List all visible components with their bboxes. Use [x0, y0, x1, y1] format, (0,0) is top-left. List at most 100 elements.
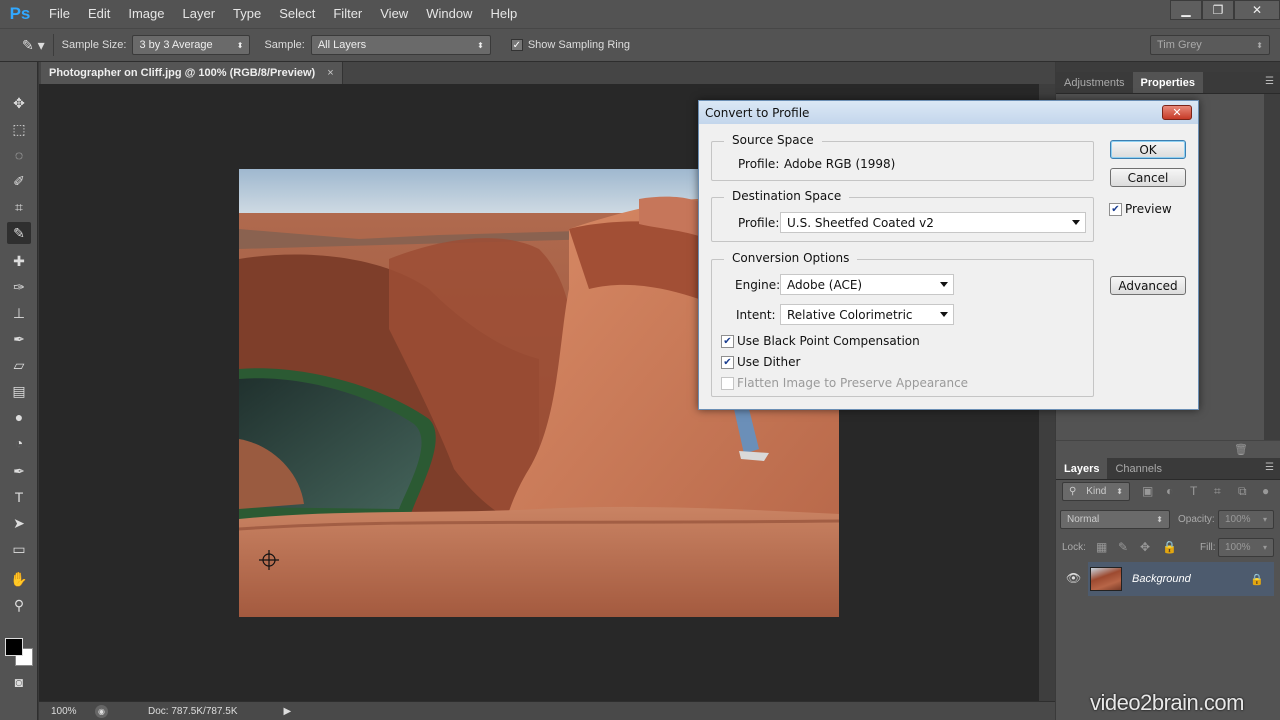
blur-tool-icon[interactable]: ●	[7, 406, 31, 428]
menu-file[interactable]: File	[40, 0, 79, 28]
document-tab[interactable]: Photographer on Cliff.jpg @ 100% (RGB/8/…	[41, 62, 343, 84]
layer-visibility-eye-icon[interactable]: 👁	[1066, 571, 1081, 585]
menu-select[interactable]: Select	[270, 0, 324, 28]
lock-pixels-icon[interactable]: ✎	[1118, 540, 1128, 554]
marquee-tool-icon[interactable]: ⬚	[7, 118, 31, 140]
menu-type[interactable]: Type	[224, 0, 270, 28]
filter-type-icon[interactable]: T	[1190, 484, 1197, 498]
properties-scrollbar[interactable]	[1264, 94, 1280, 454]
filter-kind-select[interactable]: ⚲ Kind ⬍	[1062, 482, 1130, 501]
tab-adjustments[interactable]: Adjustments	[1056, 72, 1133, 93]
minimize-button[interactable]: ▁	[1170, 0, 1202, 20]
close-tab-icon[interactable]: ×	[327, 67, 333, 79]
stepper-icon: ⬍	[477, 40, 484, 50]
status-bar: 100% ◉ Doc: 787.5K/787.5K ▶	[39, 701, 1055, 720]
lock-label: Lock:	[1062, 542, 1086, 553]
zoom-level-field[interactable]: 100%	[39, 706, 91, 717]
dialog-title: Convert to Profile	[705, 105, 810, 120]
flatten-label: Flatten Image to Preserve Appearance	[737, 376, 969, 390]
status-menu-arrow-icon[interactable]: ▶	[284, 706, 292, 717]
status-options-icon[interactable]: ◉	[95, 704, 108, 718]
eyedropper-preset-icon[interactable]: ✎ ▾	[22, 37, 45, 54]
quick-selection-tool-icon[interactable]: ✐	[7, 170, 31, 192]
move-tool-icon[interactable]: ✥	[7, 92, 31, 114]
workspace-value: Tim Grey	[1157, 39, 1202, 51]
dither-checkbox[interactable]: ✔	[721, 355, 734, 369]
black-point-checkbox[interactable]: ✔	[721, 334, 734, 348]
black-point-option[interactable]: ✔ Use Black Point Compensation	[721, 334, 920, 348]
filter-adjustment-icon[interactable]: ◐	[1166, 484, 1173, 498]
tab-properties[interactable]: Properties	[1132, 72, 1203, 93]
menu-window[interactable]: Window	[417, 0, 481, 28]
dodge-tool-icon[interactable]: ◔	[7, 432, 31, 454]
menu-layer[interactable]: Layer	[174, 0, 225, 28]
show-sampling-ring-label: Show Sampling Ring	[527, 39, 630, 51]
restore-button[interactable]: ❐	[1202, 0, 1234, 20]
advanced-button[interactable]: Advanced	[1110, 276, 1186, 295]
intent-value: Relative Colorimetric	[787, 307, 913, 322]
filter-toggle-icon[interactable]: ●	[1262, 484, 1269, 498]
dither-option[interactable]: ✔ Use Dither	[721, 355, 800, 369]
layer-thumbnail	[1090, 567, 1122, 591]
brush-tool-icon[interactable]: ✑	[7, 276, 31, 298]
history-brush-tool-icon[interactable]: ✒	[7, 328, 31, 350]
lasso-tool-icon[interactable]: ◌	[7, 144, 31, 166]
dropdown-arrow-icon	[940, 312, 948, 317]
lock-transparent-icon[interactable]: ▦	[1096, 540, 1107, 554]
watermark-logo: video2brain.com	[1090, 690, 1244, 715]
filter-shape-icon[interactable]: ⌗	[1214, 484, 1221, 499]
opacity-field[interactable]: 100% ▾	[1218, 510, 1274, 529]
eyedropper-tool-icon[interactable]: ✎	[7, 222, 31, 244]
filter-pixel-icon[interactable]: ▣	[1142, 484, 1153, 498]
dialog-close-button[interactable]: ✕	[1162, 105, 1192, 120]
crop-tool-icon[interactable]: ⌗	[7, 196, 31, 218]
gradient-tool-icon[interactable]: ▤	[7, 380, 31, 402]
menu-view[interactable]: View	[371, 0, 417, 28]
layer-row-background[interactable]: Background 🔒	[1088, 562, 1274, 596]
tab-layers[interactable]: Layers	[1056, 458, 1108, 479]
rectangle-tool-icon[interactable]: ▭	[7, 538, 31, 560]
healing-brush-tool-icon[interactable]: ✚	[7, 250, 31, 272]
sample-size-select[interactable]: 3 by 3 Average ⬍	[132, 35, 251, 55]
preview-checkbox[interactable]: ✔	[1109, 202, 1122, 216]
options-bar: ✎ ▾ Sample Size: 3 by 3 Average ⬍ Sample…	[0, 28, 1280, 62]
sample-size-value: 3 by 3 Average	[139, 39, 213, 51]
menu-help[interactable]: Help	[481, 0, 526, 28]
foreground-color-swatch[interactable]	[5, 638, 23, 656]
show-sampling-ring-checkbox[interactable]: ✓	[510, 39, 523, 51]
preview-option[interactable]: ✔ Preview	[1109, 202, 1172, 216]
cancel-button[interactable]: Cancel	[1110, 168, 1186, 187]
sample-select[interactable]: All Layers ⬍	[310, 35, 491, 55]
quick-mask-icon[interactable]: ◙	[7, 671, 31, 693]
hand-tool-icon[interactable]: ✋	[7, 568, 31, 590]
ok-button[interactable]: OK	[1110, 140, 1186, 159]
destination-profile-select[interactable]: U.S. Sheetfed Coated v2	[780, 212, 1086, 233]
panel-menu-icon[interactable]: ☰	[1265, 76, 1274, 87]
layers-panel-menu-icon[interactable]: ☰	[1265, 462, 1274, 473]
destination-space-group: Destination Space Profile: U.S. Sheetfed…	[711, 189, 1094, 242]
clone-stamp-tool-icon[interactable]: ⊥	[7, 302, 31, 324]
lock-all-icon[interactable]: 🔒	[1162, 540, 1177, 554]
fill-field[interactable]: 100% ▾	[1218, 538, 1274, 557]
lock-position-icon[interactable]: ✥	[1140, 540, 1150, 554]
intent-select[interactable]: Relative Colorimetric	[780, 304, 954, 325]
trash-icon[interactable]: 🗑	[1234, 443, 1248, 456]
type-tool-icon[interactable]: T	[7, 486, 31, 508]
path-selection-tool-icon[interactable]: ➤	[7, 512, 31, 534]
blend-mode-select[interactable]: Normal ⬍	[1060, 510, 1170, 529]
opacity-label: Opacity:	[1178, 514, 1215, 525]
close-window-button[interactable]: ✕	[1234, 0, 1280, 20]
layers-panel-body: ⚲ Kind ⬍ ▣ ◐ T ⌗ ⧉ ● Normal ⬍ Opacity: 1…	[1056, 480, 1280, 720]
workspace-select[interactable]: Tim Grey ⬍	[1150, 35, 1270, 55]
tab-channels[interactable]: Channels	[1107, 458, 1169, 479]
pen-tool-icon[interactable]: ✒	[7, 460, 31, 482]
dialog-title-bar[interactable]: Convert to Profile ✕	[699, 101, 1198, 124]
zoom-tool-icon[interactable]: ⚲	[7, 594, 31, 616]
menu-filter[interactable]: Filter	[324, 0, 371, 28]
engine-select[interactable]: Adobe (ACE)	[780, 274, 954, 295]
eraser-tool-icon[interactable]: ▱	[7, 354, 31, 376]
menu-image[interactable]: Image	[119, 0, 173, 28]
filter-smart-object-icon[interactable]: ⧉	[1238, 484, 1247, 499]
menu-edit[interactable]: Edit	[79, 0, 119, 28]
options-divider	[52, 34, 54, 56]
